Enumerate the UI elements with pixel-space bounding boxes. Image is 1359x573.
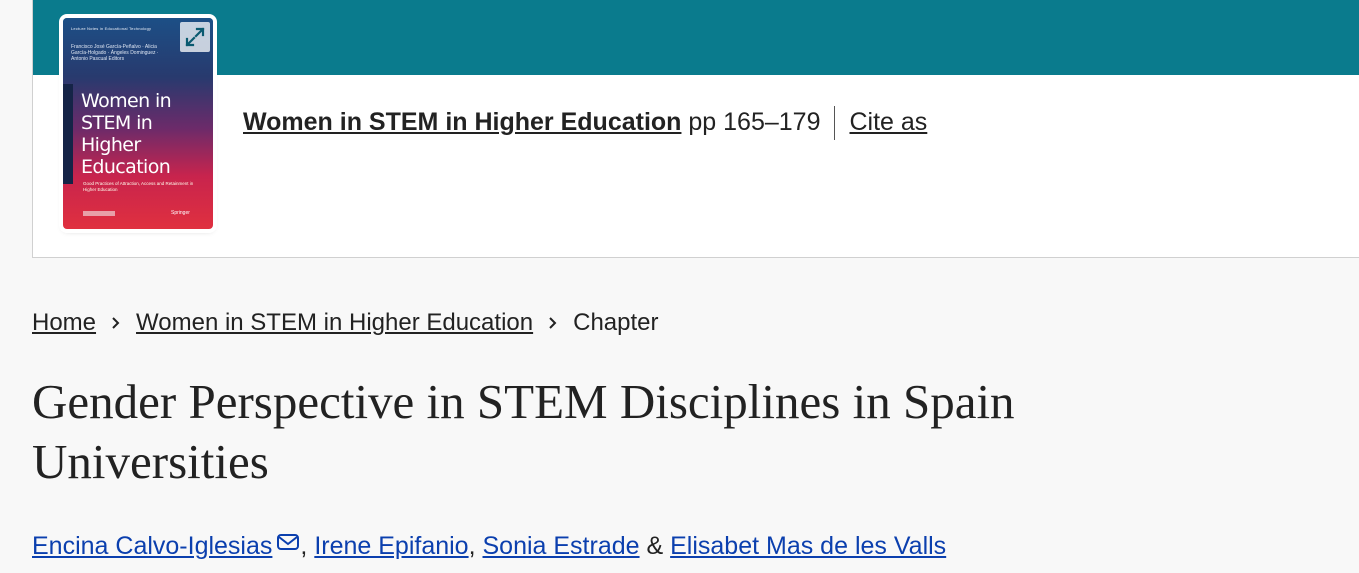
chevron-right-icon [110, 308, 122, 340]
author-separator: , [468, 532, 483, 560]
cover-editors-text: Francisco José García-Peñalvo · Alicia G… [71, 44, 159, 62]
mail-icon[interactable] [276, 528, 300, 560]
expand-icon [185, 27, 205, 47]
breadcrumb-home-link[interactable]: Home [32, 309, 96, 336]
page-range: pp 165–179 [681, 108, 821, 136]
cover-publisher-text: Springer [171, 210, 190, 216]
cover-title-text: Women in STEM in Higher Education [81, 90, 172, 178]
divider [834, 106, 836, 141]
cover-subtitle-text: Good Practices of Attraction, Access and… [83, 181, 194, 192]
page-title: Gender Perspective in STEM Disciplines i… [32, 374, 1015, 489]
expand-cover-button[interactable] [180, 22, 210, 52]
author-link[interactable]: Encina Calvo-Iglesias [32, 532, 272, 560]
author-separator: & [639, 532, 671, 560]
cover-accent-bar [63, 84, 73, 184]
author-link[interactable]: Irene Epifanio [314, 532, 468, 560]
cover-badge [83, 211, 115, 216]
cover-series-text: Lecture Notes in Educational Technology [71, 26, 152, 31]
header-band [33, 0, 1359, 75]
book-title-link[interactable]: Women in STEM in Higher Education [243, 108, 681, 136]
breadcrumb-book-link[interactable]: Women in STEM in Higher Education [136, 309, 533, 336]
chevron-right-icon [547, 308, 559, 340]
breadcrumb: Home Women in STEM in Higher Education Cha… [32, 307, 659, 340]
breadcrumb-current: Chapter [573, 309, 659, 336]
cite-as-link[interactable]: Cite as [849, 108, 927, 136]
book-cover-image[interactable]: Lecture Notes in Educational Technology … [63, 18, 213, 229]
author-link[interactable]: Sonia Estrade [483, 532, 640, 560]
book-header-card: Lecture Notes in Educational Technology … [32, 0, 1359, 258]
author-list: Encina Calvo-Iglesias, Irene Epifanio, S… [32, 530, 946, 562]
author-link[interactable]: Elisabet Mas de les Valls [670, 532, 946, 560]
book-info-line: Women in STEM in Higher Education pp 165… [243, 106, 927, 141]
author-separator: , [300, 532, 315, 560]
